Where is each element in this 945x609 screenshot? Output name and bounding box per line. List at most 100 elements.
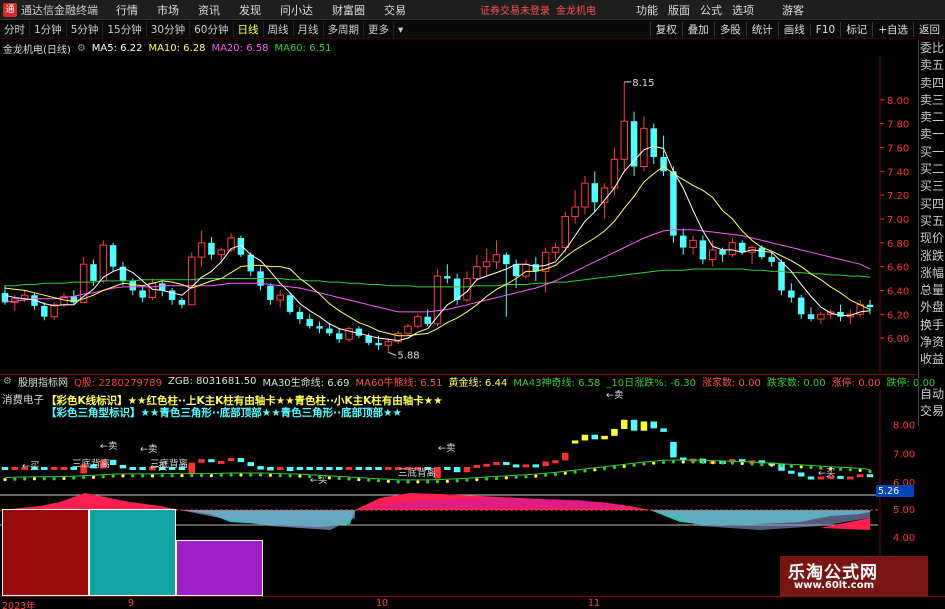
order-book-label[interactable]: 卖一 xyxy=(919,126,945,143)
order-book-label[interactable]: 卖五 xyxy=(919,57,945,74)
menu-item-wealth[interactable]: 财富圈 xyxy=(332,2,365,18)
auto-trade-label[interactable]: 交易 xyxy=(919,403,945,420)
mark-button[interactable]: 标记 xyxy=(840,22,872,37)
period-30min[interactable]: 30分钟 xyxy=(147,22,191,37)
sub-candle xyxy=(640,421,648,431)
menu-item-news[interactable]: 资讯 xyxy=(198,2,220,18)
period-15min[interactable]: 15分钟 xyxy=(103,22,147,37)
sub-candle xyxy=(237,458,245,463)
menu-options[interactable]: 选项 xyxy=(732,2,754,18)
menu-function[interactable]: 功能 xyxy=(636,2,658,18)
candle xyxy=(679,228,687,255)
candle xyxy=(817,311,825,324)
y-tick-label: 6.80 xyxy=(887,239,909,250)
candle xyxy=(267,283,274,305)
draw-line-button[interactable]: 画线 xyxy=(777,22,810,37)
period-multi[interactable]: 多周期 xyxy=(324,22,364,37)
sub-dot xyxy=(82,475,86,480)
menu-layout[interactable]: 版面 xyxy=(668,2,690,18)
period-daily[interactable]: 日线 xyxy=(234,22,264,37)
sub-dot xyxy=(347,477,351,481)
stats-button[interactable]: 统计 xyxy=(745,22,778,37)
add-watchlist-button[interactable]: +自选 xyxy=(872,22,913,37)
candlestick-chart[interactable]: 8.00 7.80 7.60 7.40 7.20 7.00 6.80 6.60 6.40 6.20… xyxy=(0,56,918,374)
order-book-label[interactable]: 卖三 xyxy=(919,92,945,109)
menu-formula[interactable]: 公式 xyxy=(700,2,722,18)
order-book-label[interactable]: 买一 xyxy=(919,144,945,161)
divergence-label: 三底背离 xyxy=(150,458,188,470)
settings-gear-icon[interactable]: ⚙ xyxy=(77,43,86,54)
menu-item-market[interactable]: 行情 xyxy=(116,2,138,18)
chevron-down-icon[interactable]: ▾ xyxy=(394,24,407,36)
candle xyxy=(797,295,805,320)
sub-dot xyxy=(534,474,538,478)
order-book-label[interactable]: 外盘 xyxy=(919,299,945,316)
candle-body xyxy=(503,254,510,265)
sub-dot xyxy=(701,460,705,464)
red-block xyxy=(2,509,89,596)
candle xyxy=(492,240,501,269)
candle-body xyxy=(492,254,501,263)
menu-item-trade[interactable]: 交易 xyxy=(384,2,406,18)
f10-button[interactable]: F10 xyxy=(809,23,840,36)
ma60-value: MA60: 6.51 xyxy=(274,42,332,54)
sub-candle xyxy=(522,464,530,468)
candle xyxy=(541,247,550,293)
order-book-label[interactable]: 换手 xyxy=(919,317,945,334)
restore-rights-button[interactable]: 复权 xyxy=(649,22,682,37)
overlay-button[interactable]: 叠加 xyxy=(681,22,714,37)
sub-candle xyxy=(218,460,225,464)
period-monthly[interactable]: 月线 xyxy=(294,22,324,37)
sub-dot xyxy=(671,460,676,464)
sub-candle xyxy=(139,467,146,470)
menu-item-discover[interactable]: 发现 xyxy=(239,2,261,18)
multi-stock-button[interactable]: 多股 xyxy=(713,22,746,37)
period-more[interactable]: 更多 xyxy=(364,22,394,37)
period-5min[interactable]: 5分钟 xyxy=(67,22,104,37)
period-60min[interactable]: 60分钟 xyxy=(190,22,234,37)
order-book-label[interactable]: 买二 xyxy=(919,161,945,178)
period-1min[interactable]: 1分钟 xyxy=(30,22,67,37)
order-book-label[interactable]: 总量 xyxy=(919,282,945,299)
candle xyxy=(197,230,206,267)
sell-signal-label: ←卖 xyxy=(100,441,117,452)
menu-item-exchange[interactable]: 市场 xyxy=(157,2,179,18)
candle xyxy=(581,176,589,215)
y-tick-label: 7.40 xyxy=(887,167,909,178)
sub-candle xyxy=(807,476,815,480)
trade-login-status[interactable]: 证券交易未登录 xyxy=(480,2,550,17)
candle-body xyxy=(650,128,657,157)
order-book-label[interactable]: 现价 xyxy=(919,230,945,247)
sub-dot xyxy=(779,464,784,468)
date-label: 10 xyxy=(376,598,389,609)
order-book-label[interactable]: 卖四 xyxy=(919,75,945,92)
sub-dot xyxy=(573,470,577,474)
order-book-label[interactable]: 买五 xyxy=(919,213,945,230)
back-button[interactable]: 返回 xyxy=(913,22,945,37)
order-book-label[interactable]: 卖二 xyxy=(919,109,945,126)
period-weekly[interactable]: 周线 xyxy=(264,22,294,37)
sub-dot xyxy=(62,476,66,481)
sub-dot xyxy=(848,468,852,472)
low-marker: 5.88 xyxy=(397,350,419,361)
sub-dot xyxy=(3,478,7,482)
order-book-label[interactable]: 买四 xyxy=(919,196,945,213)
candle-body xyxy=(571,206,579,218)
menu-item-ask[interactable]: 问小达 xyxy=(280,2,313,18)
order-book-label[interactable]: 买三 xyxy=(919,178,945,195)
sub-dot xyxy=(160,473,164,478)
candle-body xyxy=(719,249,726,255)
order-book-label[interactable]: 净资 xyxy=(919,334,945,351)
guest-user[interactable]: 游客 xyxy=(782,2,804,18)
settings-gear-icon[interactable]: ⚙ xyxy=(3,376,12,387)
sub-candle xyxy=(621,419,628,429)
candle-body xyxy=(581,182,589,208)
order-book-label[interactable]: 涨跌 xyxy=(919,248,945,265)
period-intraday[interactable]: 分时 xyxy=(0,22,30,37)
order-book-label[interactable]: 委比 xyxy=(919,40,945,57)
order-book-label[interactable]: 涨幅 xyxy=(919,265,945,282)
candle-body xyxy=(738,242,746,253)
order-book-label[interactable]: 收益 xyxy=(919,351,945,368)
red-wave-band xyxy=(0,493,180,510)
candle xyxy=(591,171,599,212)
